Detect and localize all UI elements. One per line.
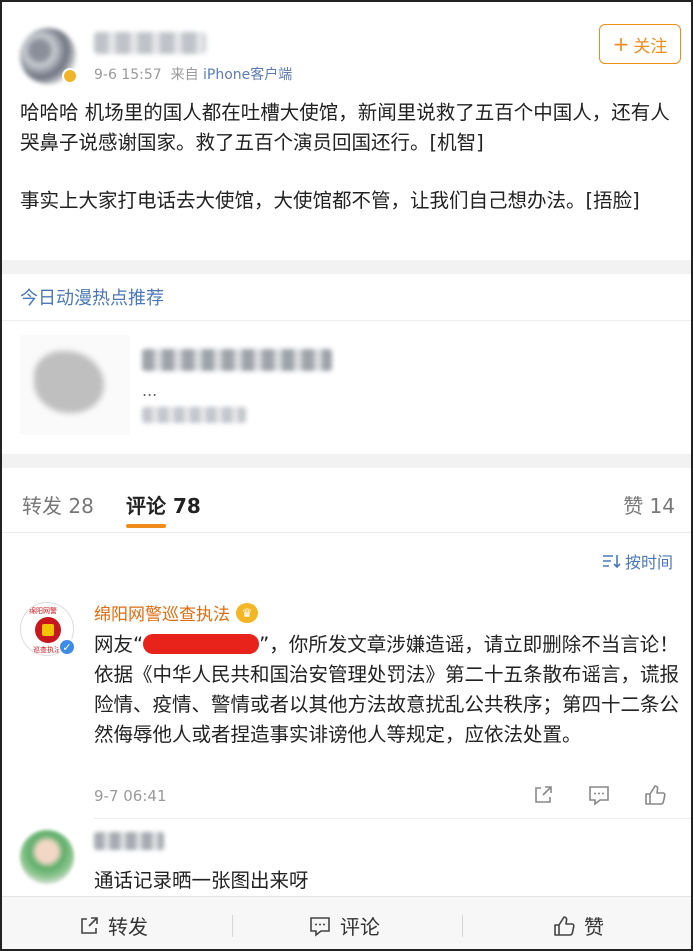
tab-likes[interactable]: 赞 14 [623,490,675,519]
repost-icon [81,916,98,934]
thumbs-up-icon [554,915,575,936]
comment-text: 通话记录晒一张图出来呀 [94,869,309,892]
vip-badge-icon [62,68,78,84]
comment-actions [529,782,669,808]
redacted-username [143,633,260,654]
sort-by-time-button[interactable]: 按时间 [601,549,673,573]
like-icon[interactable] [641,782,669,808]
tabs-divider [2,532,691,533]
reply-icon[interactable] [585,782,613,808]
post-time: 9-6 15:57 [94,67,162,83]
hot-subline-blurred [142,407,246,423]
commenter-name-row: 绵阳网警巡查执法 ♛ [94,600,258,625]
author-name-blurred[interactable] [94,32,206,54]
verified-check-icon: ✓ [58,638,76,656]
hot-recommend-card[interactable]: ... [2,320,691,450]
like-button[interactable]: 赞 [552,911,604,940]
comment-text-prefix: 网友“ [94,633,144,656]
section-divider [2,260,691,274]
section-divider [2,454,691,468]
post-paragraph-1: 哈哈哈 机场里的国人都在吐槽大使馆，新闻里说救了五百个中国人，还有人哭鼻子说感谢… [20,101,670,154]
avatar-bottom-text: 巡查执法 [33,646,61,654]
post-source[interactable]: iPhone客户端 [203,67,292,83]
interaction-tabs: 转发 28 评论 78 赞 14 [2,472,691,530]
bar-divider [462,915,463,937]
comment-icon [310,916,330,937]
hot-ellipsis: ... [142,381,158,400]
bottom-action-bar: 转发 评论 赞 [2,896,691,949]
repost-label: 转发 [108,915,148,939]
comment-time: 9-7 06:41 [94,787,167,805]
plus-icon: + [612,32,630,56]
avatar-top-text: 绵阳网警 [29,607,57,615]
post-header: 9-6 15:57 来自 iPhone客户端 + 关注 [16,24,681,88]
sort-icon [602,555,621,569]
commenter-name[interactable]: 绵阳网警巡查执法 [94,600,230,625]
hot-thumbnail [20,335,130,435]
like-label: 赞 [584,915,604,939]
comment-divider [94,818,691,819]
repost-button[interactable]: 转发 [78,911,148,940]
post-paragraph-2: 事实上大家打电话去大使馆，大使馆都不管，让我们自己想办法。[捂脸] [20,189,640,212]
bar-divider [232,915,233,937]
post-meta: 9-6 15:57 来自 iPhone客户端 [94,64,292,84]
follow-label: 关注 [633,36,668,57]
commenter-avatar[interactable] [20,830,74,884]
hot-headline-blurred [142,349,332,371]
weibo-post-screen: 9-6 15:57 来自 iPhone客户端 + 关注 哈哈哈 机场里的国人都在… [0,0,693,951]
post-from: 来自 [170,67,199,83]
comment-text: 网友“ ”，你所发文章涉嫌造谣，请立即删除不当言论！依据《中华人民共和国治安管理处… [94,630,684,750]
follow-button[interactable]: + 关注 [599,24,681,64]
post-body: 哈哈哈 机场里的国人都在吐槽大使馆，新闻里说救了五百个中国人，还有人哭鼻子说感谢… [20,98,675,216]
comment-button[interactable]: 评论 [308,911,380,940]
crown-badge-icon: ♛ [236,602,258,623]
tab-comments[interactable]: 评论 78 [126,490,201,519]
tab-repost[interactable]: 转发 28 [22,490,94,519]
commenter-name-blurred[interactable] [94,832,164,850]
comment-label: 评论 [340,915,380,939]
share-icon[interactable] [529,782,557,808]
hot-recommend-title[interactable]: 今日动漫热点推荐 [20,284,164,310]
police-emblem-icon [35,617,61,643]
sort-label: 按时间 [624,553,673,572]
active-tab-indicator [126,524,166,528]
